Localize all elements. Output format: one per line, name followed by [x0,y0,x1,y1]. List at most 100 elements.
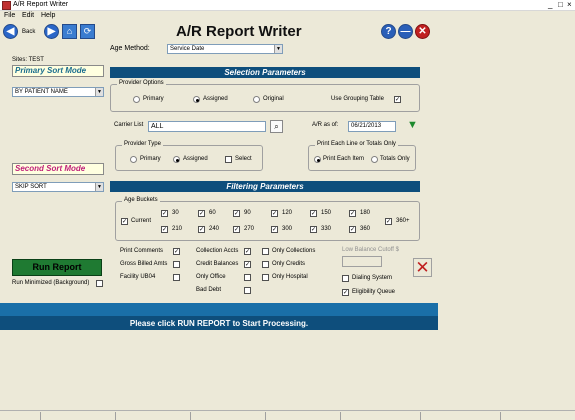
credit-balances-checkbox[interactable]: ✓ [244,261,251,268]
provider-type-title: Provider Type [122,141,163,147]
age-buckets-group: Age Buckets ✓ Current ✓ 30 ✓ 60 ✓ 90 ✓ 1… [115,197,420,241]
gross-billed-checkbox[interactable] [173,261,180,268]
provider-primary-label: Primary [143,96,164,102]
bucket-30-label: 30 [172,210,179,216]
only-collections-checkbox[interactable] [262,248,269,255]
status-bar [0,410,575,420]
title-bar: A/R Report Writer _ □ × [0,0,575,11]
provider-type-primary-radio[interactable] [130,156,137,163]
bucket-30-checkbox[interactable]: ✓ [161,210,168,217]
print-each-item-label: Print Each Item [323,156,365,162]
age-buckets-title: Age Buckets [122,197,160,203]
bucket-210-label: 210 [172,226,183,232]
bucket-180-checkbox[interactable]: ✓ [349,210,356,217]
only-hospital-checkbox[interactable] [262,274,269,281]
low-balance-field[interactable] [342,256,382,267]
provider-type-group: Provider Type Primary Assigned Select [115,141,263,171]
grouping-table-checkbox[interactable]: ✓ [394,96,401,103]
primary-sort-select[interactable]: BY PATIENT NAME ▼ [12,87,104,97]
only-office-checkbox[interactable] [244,274,251,281]
age-method-select[interactable]: Service Date ▼ [167,44,283,54]
print-comments-checkbox[interactable]: ✓ [173,248,180,255]
page-title: A/R Report Writer [176,23,302,40]
forward-button[interactable]: ▶ [44,24,59,39]
close-window-button[interactable]: × [567,0,572,10]
minimize-app-button[interactable]: — [398,24,413,39]
provider-assigned-radio[interactable] [193,96,200,103]
bad-debt-label: Bad Debt [196,287,222,293]
status-divider [190,412,191,420]
provider-primary-radio[interactable] [133,96,140,103]
help-button[interactable]: ? [381,24,396,39]
bucket-330-checkbox[interactable]: ✓ [310,226,317,233]
chevron-down-icon: ▼ [95,88,103,96]
run-report-button[interactable]: Run Report [12,259,102,276]
bucket-300-checkbox[interactable]: ✓ [271,226,278,233]
carrier-list-field[interactable]: ALL [148,121,266,132]
only-credits-checkbox[interactable] [262,261,269,268]
facility-ub04-label: Facility UB04 [120,274,156,280]
second-sort-select[interactable]: SKIP SORT ▼ [12,182,104,192]
primary-sort-title: Primary Sort Mode [12,65,104,77]
home-icon[interactable]: ⌂ [62,24,77,39]
calendar-dropdown-icon[interactable]: ▼ [406,120,419,133]
bucket-360plus-label: 360+ [396,218,410,224]
bucket-60-checkbox[interactable]: ✓ [198,210,205,217]
ar-as-of-field[interactable]: 06/21/2013 [348,121,396,132]
second-sort-value: SKIP SORT [15,184,47,190]
bucket-120-label: 120 [282,210,293,216]
eligibility-queue-checkbox[interactable]: ✓ [342,289,349,296]
dialing-system-checkbox[interactable] [342,275,349,282]
bucket-300-label: 300 [282,226,293,232]
filtering-parameters-header: Filtering Parameters [110,181,420,192]
message-bar-strip [0,303,438,316]
provider-original-radio[interactable] [253,96,260,103]
provider-assigned-label: Assigned [203,96,228,102]
collection-accts-checkbox[interactable]: ✓ [244,248,251,255]
carrier-list-label: Carrier List [114,122,144,128]
maximize-button[interactable]: □ [558,0,563,10]
bucket-90-label: 90 [244,210,251,216]
bucket-270-label: 270 [244,226,255,232]
bucket-240-checkbox[interactable]: ✓ [198,226,205,233]
provider-type-select-checkbox[interactable] [225,156,232,163]
bucket-150-checkbox[interactable]: ✓ [310,210,317,217]
bucket-120-checkbox[interactable]: ✓ [271,210,278,217]
facility-ub04-checkbox[interactable] [173,274,180,281]
refresh-icon[interactable]: ⟳ [80,24,95,39]
bucket-150-label: 150 [321,210,332,216]
primary-sort-value: BY PATIENT NAME [15,89,68,95]
bucket-210-checkbox[interactable]: ✓ [161,226,168,233]
close-app-button[interactable]: ✕ [415,24,430,39]
menu-file[interactable]: File [4,12,15,19]
age-method-value: Service Date [170,46,205,52]
bucket-90-checkbox[interactable]: ✓ [233,210,240,217]
bucket-270-checkbox[interactable]: ✓ [233,226,240,233]
dialing-system-label: Dialing System [352,275,393,281]
search-icon[interactable]: ⌕ [270,120,283,133]
bucket-360-checkbox[interactable]: ✓ [349,226,356,233]
selection-parameters-header: Selection Parameters [110,67,420,78]
back-button[interactable]: ◀ [3,24,18,39]
low-balance-label: Low Balance Cutoff $ [342,247,399,253]
bucket-360plus-checkbox[interactable]: ✓ [385,218,392,225]
only-office-label: Only Office [196,274,226,280]
menu-bar: File Edit Help [0,11,575,21]
menu-help[interactable]: Help [41,12,55,19]
print-comments-label: Print Comments [120,248,164,254]
print-each-item-radio[interactable] [314,156,321,163]
bucket-360-label: 360 [360,226,371,232]
status-divider [40,412,41,420]
bottom-message: Please click RUN REPORT to Start Process… [129,319,309,328]
totals-only-radio[interactable] [371,156,378,163]
grouping-table-label: Use Grouping Table [331,96,384,102]
run-minimized-checkbox[interactable] [96,280,103,287]
bad-debt-checkbox[interactable] [244,287,251,294]
current-checkbox[interactable]: ✓ [121,218,128,225]
provider-type-assigned-radio[interactable] [173,156,180,163]
clear-icon[interactable]: ✕ [413,258,432,277]
menu-edit[interactable]: Edit [22,12,34,19]
only-hospital-label: Only Hospital [272,274,308,280]
age-method-label: Age Method: [110,45,150,52]
minimize-button[interactable]: _ [548,0,552,10]
